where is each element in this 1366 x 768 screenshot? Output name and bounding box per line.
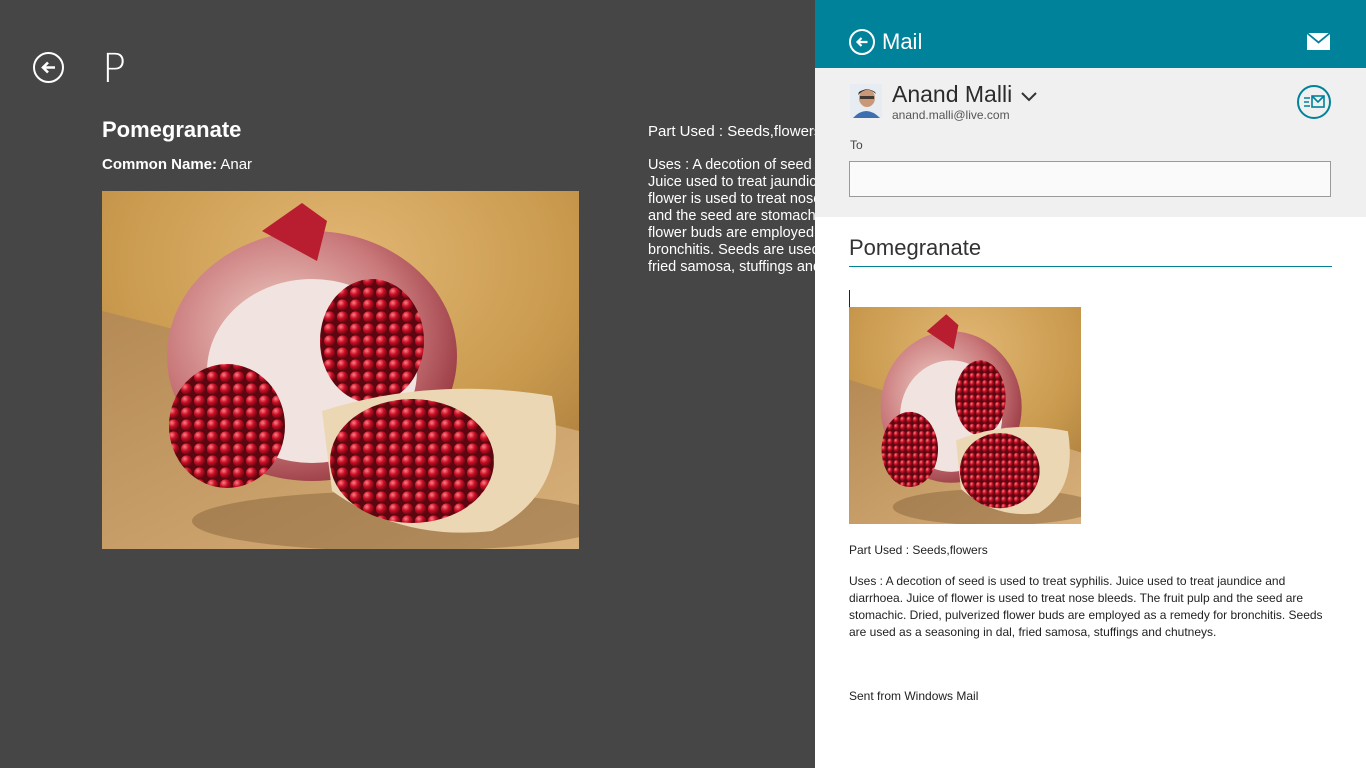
page-title: P [102, 46, 127, 92]
back-arrow-icon [855, 37, 868, 47]
subject-field[interactable] [849, 229, 1332, 267]
pomegranate-image [102, 191, 579, 549]
mail-title: Mail [882, 29, 923, 54]
avatar [850, 84, 882, 118]
back-arrow-icon [41, 61, 55, 74]
send-mail-icon [1304, 95, 1325, 108]
body-uses[interactable]: Uses : A decotion of seed is used to tre… [849, 573, 1331, 641]
plant-name-heading: Pomegranate [102, 117, 242, 142]
mail-share-pane: Mail Anand Malli anand.malli@live.com To… [815, 0, 1366, 768]
chevron-down-icon[interactable] [1021, 92, 1037, 102]
sender-email: anand.malli@live.com [892, 108, 1010, 122]
part-used-text: Part Used : Seeds,flowers [648, 123, 815, 140]
send-button[interactable] [1297, 85, 1331, 119]
attached-photo[interactable] [849, 307, 1081, 524]
mail-header: Mail [815, 0, 1366, 68]
user-photo-icon [850, 84, 882, 118]
signature[interactable]: Sent from Windows Mail [849, 689, 978, 704]
sender-name[interactable]: Anand Malli [892, 80, 1012, 108]
plant-photo [102, 191, 579, 549]
to-label: To [850, 138, 863, 152]
envelope-icon [1307, 33, 1330, 50]
plant-detail-page: P Pomegranate Common Name: Anar Part Use… [0, 0, 815, 768]
common-name-row: Common Name: Anar [102, 155, 252, 175]
text-cursor [849, 290, 850, 307]
common-name-value: Anar [220, 156, 253, 173]
mail-back-button[interactable] [849, 29, 875, 55]
common-name-label: Common Name: [102, 156, 218, 173]
body-part-used[interactable]: Part Used : Seeds,flowers [849, 543, 988, 558]
from-section: Anand Malli anand.malli@live.com To [815, 68, 1366, 217]
uses-text: Uses : A decotion of seed is used to tre… [648, 157, 815, 275]
pomegranate-image [849, 307, 1081, 524]
to-field[interactable] [849, 161, 1331, 197]
app-back-button[interactable] [33, 52, 64, 83]
